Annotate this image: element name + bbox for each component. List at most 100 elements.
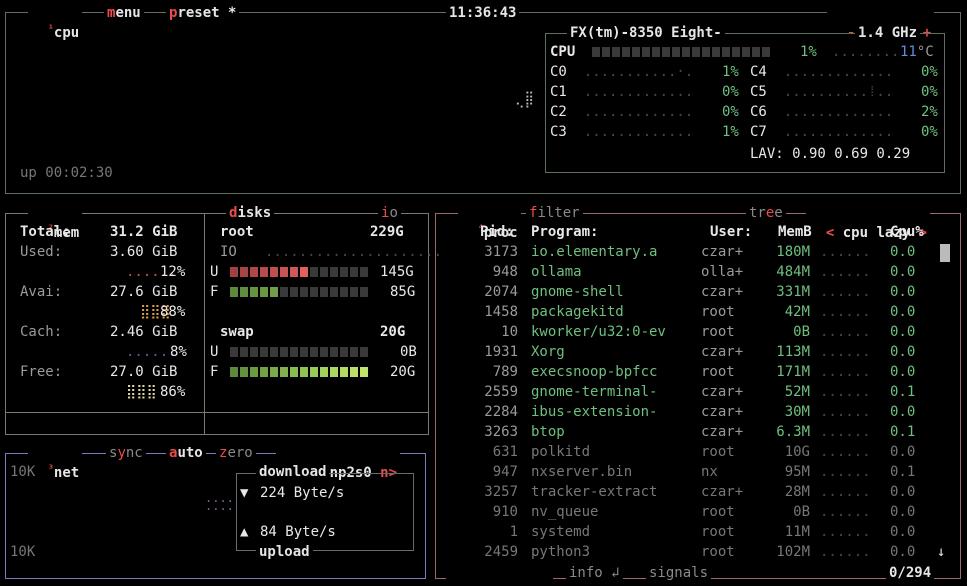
signals-button[interactable]: signals [646, 563, 712, 583]
process-program: python3 [531, 544, 591, 560]
process-cpu-graph: ...... [820, 384, 871, 400]
clock: 11:36:43 [446, 3, 520, 23]
process-cpu: 0.0 [890, 324, 916, 340]
core-percent: 0% [722, 84, 739, 100]
process-mem: 10G [784, 444, 810, 460]
process-mem: 171M [776, 364, 810, 380]
net-zero-toggle[interactable]: zero [216, 443, 256, 463]
process-program: gnome-terminal- [531, 384, 658, 400]
swap-free-meter [230, 367, 368, 377]
process-pid: 1 [509, 524, 518, 540]
core-percent: 0% [921, 64, 938, 80]
swap-used-meter [230, 347, 368, 357]
cpu-total-graph: ........ [832, 44, 900, 60]
proc-title[interactable]: ⁴proc [458, 203, 521, 241]
process-pid: 10 [501, 324, 518, 340]
core-row: C1 ............. [550, 84, 694, 100]
mem-total-label: Total: [20, 224, 71, 240]
mem-title[interactable]: ²mem [28, 203, 83, 241]
process-program: polkitd [531, 444, 591, 460]
process-mem: 42M [784, 304, 810, 320]
cpu-title[interactable]: ¹cpu [28, 3, 83, 41]
process-cpu-graph: ...... [820, 324, 871, 340]
process-cpu-graph: ...... [820, 424, 871, 440]
info-button[interactable]: info ↲ [566, 563, 623, 583]
swap-label: swap [220, 324, 254, 340]
process-mem: 30M [784, 404, 810, 420]
process-user: czar+ [701, 404, 744, 420]
proc-filter-button[interactable]: filter [526, 203, 583, 223]
process-program: gnome-shell [531, 284, 624, 300]
mem-free-graph: ⣿⣿⣿ [126, 384, 157, 400]
swap-used-value: 0B [400, 344, 417, 360]
mem-used-percent: 12% [160, 264, 186, 280]
process-cpu-graph: ...... [820, 244, 871, 260]
net-interface-selector[interactable]: <b enp2s0 n> [276, 443, 401, 481]
core-percent: 1% [722, 124, 739, 140]
col-program-header[interactable]: Program: [531, 222, 598, 242]
mem-free-value: 27.0 GiB [110, 364, 178, 380]
upload-label: upload [256, 542, 313, 562]
process-mem: 11M [784, 524, 810, 540]
process-pid: 2459 [484, 544, 518, 560]
core-percent: 2% [921, 104, 938, 120]
mem-cached-percent: 8% [170, 344, 187, 360]
core-row: C5 ..........⁞.. [750, 84, 894, 100]
mem-used-value: 3.60 GiB [110, 244, 178, 260]
mem-cached-graph: ...... [126, 344, 177, 360]
process-cpu: 0.0 [890, 264, 916, 280]
process-pid: 631 [492, 444, 518, 460]
process-program: tracker-extract [531, 484, 658, 500]
mem-free-label: Free: [20, 364, 63, 380]
swap-free-value: 20G [390, 364, 416, 380]
io-toggle[interactable]: io [378, 203, 401, 223]
process-cpu: 0.1 [890, 464, 916, 480]
interval-control[interactable]: - 2000ms + [827, 3, 935, 41]
proc-scroll-down[interactable]: ↓ [937, 542, 945, 562]
process-user: czar+ [701, 484, 744, 500]
mem-avail-value: 27.6 GiB [110, 284, 178, 300]
process-mem: 6.3M [776, 424, 810, 440]
process-user: root [701, 304, 735, 320]
process-pid: 3173 [484, 244, 518, 260]
proc-tree-toggle[interactable]: tree [746, 203, 786, 223]
process-mem: 0B [793, 324, 810, 340]
disk-root-label: root [220, 224, 254, 240]
process-user: czar+ [701, 424, 744, 440]
uptime: up 00:02:30 [20, 165, 113, 181]
net-auto-toggle[interactable]: auto [166, 443, 206, 463]
net-title[interactable]: ³net [28, 443, 83, 481]
cpu-model: FX(tm)-8350 Eight- [567, 23, 725, 43]
preset-button[interactable]: preset * [166, 3, 240, 23]
process-mem: 331M [776, 284, 810, 300]
sort-prev-button[interactable]: < [826, 225, 834, 241]
net-sync-toggle[interactable]: sync [106, 443, 146, 463]
process-program: systemd [531, 524, 591, 540]
process-pid: 910 [492, 504, 518, 520]
process-user: root [701, 324, 735, 340]
swap-free-label: F [210, 364, 219, 380]
process-cpu: 0.0 [890, 484, 916, 500]
select-control[interactable]: ↑ select ↓ [446, 563, 554, 586]
proc-scrollbar-thumb[interactable] [940, 244, 950, 262]
mem-total-value: 31.2 GiB [110, 224, 178, 240]
proc-sort-selector[interactable]: < cpu lazy > [806, 203, 931, 241]
process-cpu: 0.0 [890, 284, 916, 300]
cpu-frequency: 1.4 GHz [855, 23, 921, 43]
menu-button[interactable]: menu [104, 3, 144, 23]
col-cpu-header[interactable]: Cpu% [890, 222, 924, 242]
net-scale-top: 10K [10, 464, 36, 480]
process-pid: 3257 [484, 484, 518, 500]
disk-free-label: F [210, 284, 219, 300]
process-program: nv_queue [531, 504, 599, 520]
core-row: C4 ............. [750, 64, 894, 80]
process-mem: 52M [784, 384, 810, 400]
process-cpu-graph: ...... [820, 464, 871, 480]
disks-title[interactable]: disks [226, 203, 275, 223]
process-user: czar+ [701, 284, 744, 300]
col-user-header[interactable]: User: [710, 222, 752, 242]
col-pid-header[interactable]: Pid: [480, 222, 514, 242]
col-mem-header[interactable]: MemB [778, 222, 812, 242]
process-cpu-graph: ...... [820, 344, 871, 360]
load-average: LAV: 0.90 0.69 0.29 [750, 146, 911, 162]
